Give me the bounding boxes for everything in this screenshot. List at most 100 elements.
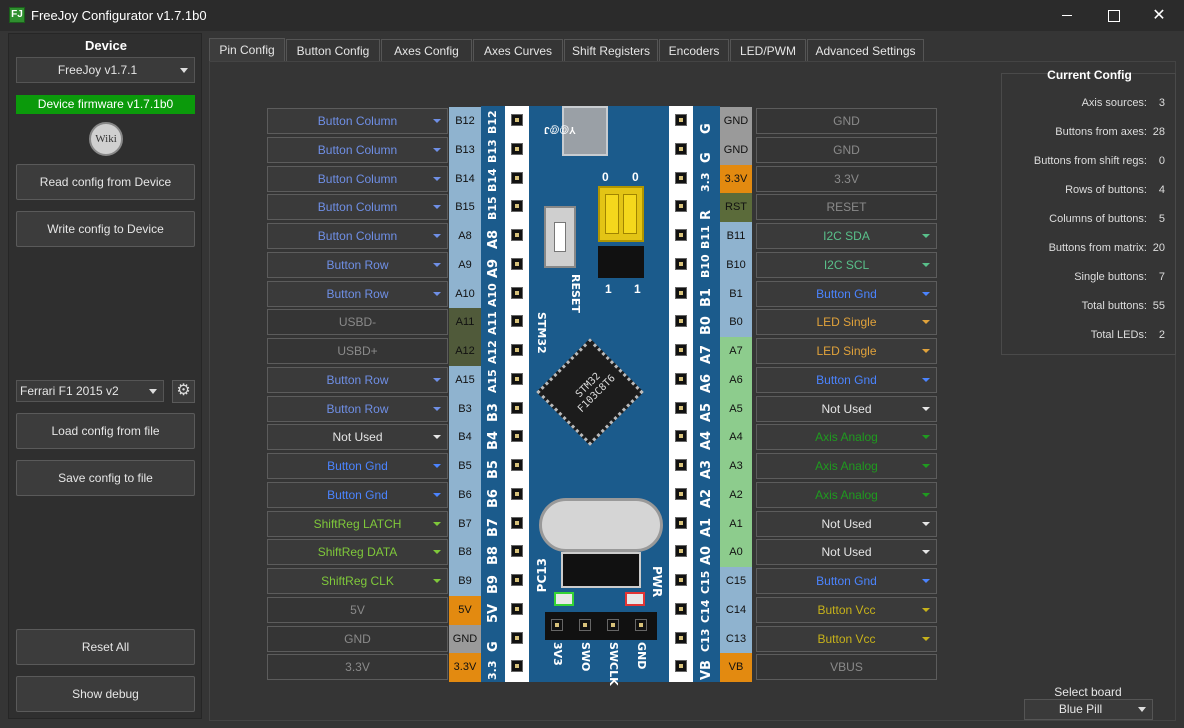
left-pin-function-b6[interactable]: Button Gnd <box>267 481 448 508</box>
tab-axes-config[interactable]: Axes Config <box>381 39 472 62</box>
write-config-button[interactable]: Write config to Device <box>16 211 195 247</box>
left-pin-function-a8[interactable]: Button Column <box>267 223 448 249</box>
left-pin-label: B9 <box>449 567 481 596</box>
right-pin-function-c15[interactable]: Button Gnd <box>756 568 937 594</box>
left-pin-function-b13[interactable]: Button Column <box>267 136 448 163</box>
chevron-down-icon <box>433 579 441 583</box>
load-config-button[interactable]: Load config from file <box>16 413 195 449</box>
app-icon: FJ <box>9 7 25 23</box>
left-pin-function-b15[interactable]: Button Column <box>267 194 448 221</box>
boot-jumpers[interactable] <box>598 186 644 242</box>
left-pin-function-b3[interactable]: Button Row <box>267 395 448 422</box>
reset-button[interactable] <box>544 206 576 268</box>
right-pin-function-vb: VBUS <box>756 654 937 681</box>
read-config-button[interactable]: Read config from Device <box>16 164 195 200</box>
right-pin-hole <box>675 114 687 126</box>
device-select[interactable]: FreeJoy v1.7.1 <box>16 57 195 83</box>
swd-label: SWCLK <box>607 642 620 686</box>
left-pin-function-a15[interactable]: Button Row <box>267 366 448 393</box>
minimize-button[interactable] <box>1044 0 1090 31</box>
save-config-button[interactable]: Save config to file <box>16 460 195 496</box>
right-pin-function-a5[interactable]: Not Used <box>756 395 937 422</box>
right-pin-function-a3[interactable]: Axis Analog <box>756 453 937 479</box>
left-pin-label: B3 <box>449 394 481 424</box>
pin-function-value: Button Column <box>317 142 398 157</box>
left-pin-function-b9[interactable]: ShiftReg CLK <box>267 568 448 594</box>
pin-function-value: Button Column <box>317 229 398 243</box>
right-pin-function-c14[interactable]: Button Vcc <box>756 596 937 623</box>
left-pin-function-b12[interactable]: Button Column <box>267 108 448 134</box>
right-silk-label: G <box>699 152 714 163</box>
right-pin-function-b1[interactable]: Button Gnd <box>756 280 937 307</box>
left-silk-label: G <box>486 640 501 652</box>
right-pin-function-b0[interactable]: LED Single <box>756 309 937 336</box>
right-pin-function-c13[interactable]: Button Vcc <box>756 625 937 652</box>
left-silk-label: B15 <box>486 196 499 221</box>
profile-select-value: Ferrari F1 2015 v2 <box>20 384 119 398</box>
right-pin-hole <box>675 660 687 673</box>
gear-icon[interactable]: ⚙ <box>172 380 195 403</box>
close-button[interactable]: ✕ <box>1136 0 1182 31</box>
tab-led-pwm[interactable]: LED/PWM <box>730 39 806 62</box>
profile-select[interactable]: Ferrari F1 2015 v2 <box>16 380 164 402</box>
board-select-value: Blue Pill <box>1058 702 1103 716</box>
left-pin-function-b4[interactable]: Not Used <box>267 424 448 451</box>
right-pin-function-b11[interactable]: I2C SDA <box>756 223 937 249</box>
left-silk-label: A15 <box>486 368 499 393</box>
left-pin-function-b7[interactable]: ShiftReg LATCH <box>267 510 448 537</box>
pin-function-value: Button Row <box>326 286 389 301</box>
wiki-icon[interactable]: Wiki <box>89 122 123 156</box>
pc13-silk: PC13 <box>535 558 549 593</box>
tab-axes-curves[interactable]: Axes Curves <box>473 39 563 62</box>
right-pin-label: B0 <box>720 308 752 337</box>
left-pin-hole <box>511 660 523 673</box>
left-pin-function-b5[interactable]: Button Gnd <box>267 453 448 479</box>
left-pin-function-gnd: GND <box>267 625 448 652</box>
left-pin-label: 5V <box>449 595 481 625</box>
chevron-down-icon <box>922 320 930 325</box>
left-pin-label: B6 <box>449 480 481 510</box>
left-pin-function-b8[interactable]: ShiftReg DATA <box>267 539 448 566</box>
left-header-strip <box>505 106 529 682</box>
reset-all-button[interactable]: Reset All <box>16 629 195 665</box>
show-debug-button[interactable]: Show debug <box>16 676 195 712</box>
right-pin-function-a0[interactable]: Not Used <box>756 539 937 566</box>
right-pin-label: A4 <box>720 423 752 452</box>
right-pin-function-b10[interactable]: I2C SCL <box>756 251 937 278</box>
tab-shift-registers[interactable]: Shift Registers <box>564 39 658 62</box>
left-pin-label: B14 <box>449 164 481 194</box>
chevron-down-icon <box>922 550 930 555</box>
chevron-down-icon <box>922 492 930 497</box>
tab-button-config[interactable]: Button Config <box>286 39 380 62</box>
config-stat-value: 20 <box>1152 242 1165 254</box>
tab-pin-config[interactable]: Pin Config <box>209 38 285 62</box>
left-pin-function-a9[interactable]: Button Row <box>267 251 448 278</box>
blue-pill-board: B12 B13 B14 B15 A8 A9 A10 A11 A12 A15 B3 B4 B5 B6 B7 B8… <box>481 106 720 686</box>
left-pin-hole <box>511 487 523 500</box>
right-pin-label: B11 <box>720 222 752 251</box>
board-select[interactable]: Blue Pill <box>1024 699 1153 720</box>
right-pin-label: B1 <box>720 279 752 309</box>
jumper-label-0b: 0 <box>632 170 639 184</box>
left-silk-label: A9 <box>486 258 501 278</box>
tab-encoders[interactable]: Encoders <box>659 39 729 62</box>
right-pin-function-a4[interactable]: Axis Analog <box>756 424 937 451</box>
chevron-down-icon <box>433 464 441 468</box>
left-pin-function-a10[interactable]: Button Row <box>267 280 448 307</box>
chevron-down-icon <box>433 176 441 181</box>
pin-function-value: Button Vcc <box>817 602 876 617</box>
tab-advanced-settings[interactable]: Advanced Settings <box>807 39 924 62</box>
right-pin-hole <box>675 257 687 270</box>
right-pin-function-a2[interactable]: Axis Analog <box>756 481 937 508</box>
window-title: FreeJoy Configurator v1.7.1b0 <box>31 8 207 23</box>
config-stat-row: Buttons from matrix: 20 <box>1005 242 1165 254</box>
brand-silk: STM32 <box>535 312 548 354</box>
left-silk-label: B14 <box>486 167 499 192</box>
right-pin-function-a7[interactable]: LED Single <box>756 338 937 364</box>
jumper-pins <box>598 246 644 278</box>
chevron-down-icon <box>922 262 930 267</box>
right-pin-function-a1[interactable]: Not Used <box>756 510 937 537</box>
maximize-button[interactable] <box>1090 0 1136 31</box>
right-pin-function-a6[interactable]: Button Gnd <box>756 366 937 393</box>
left-pin-function-b14[interactable]: Button Column <box>267 165 448 192</box>
